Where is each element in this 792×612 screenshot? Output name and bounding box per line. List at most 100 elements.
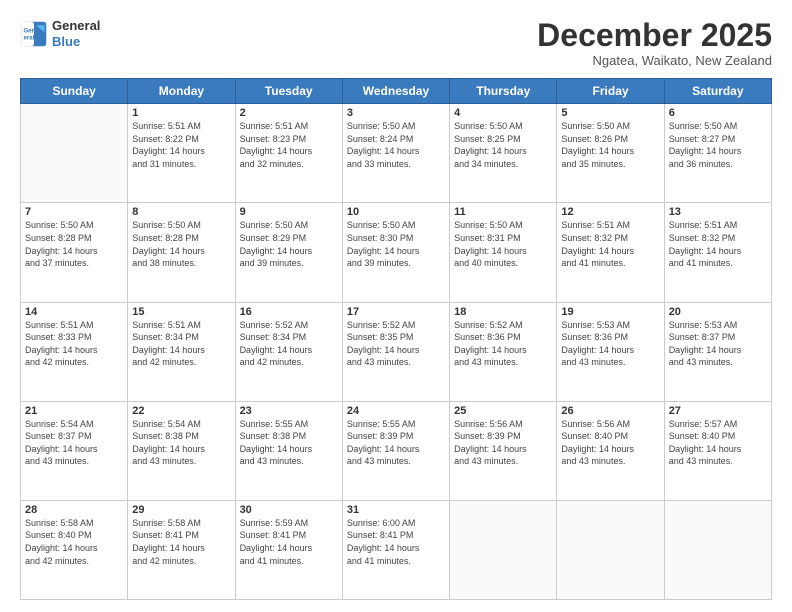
day-number: 31	[347, 504, 445, 516]
day-number: 17	[347, 306, 445, 318]
day-number: 6	[669, 107, 767, 119]
day-number: 25	[454, 405, 552, 417]
day-number: 12	[561, 206, 659, 218]
day-number: 19	[561, 306, 659, 318]
day-number: 14	[25, 306, 123, 318]
cell-info: Sunrise: 5:53 AM Sunset: 8:36 PM Dayligh…	[561, 319, 659, 369]
calendar-cell: 28Sunrise: 5:58 AM Sunset: 8:40 PM Dayli…	[21, 500, 128, 599]
calendar-cell: 14Sunrise: 5:51 AM Sunset: 8:33 PM Dayli…	[21, 302, 128, 401]
cell-info: Sunrise: 5:51 AM Sunset: 8:32 PM Dayligh…	[669, 219, 767, 269]
day-number: 23	[240, 405, 338, 417]
cell-info: Sunrise: 5:50 AM Sunset: 8:24 PM Dayligh…	[347, 120, 445, 170]
day-number: 18	[454, 306, 552, 318]
logo-icon: Gen- eral	[20, 20, 48, 48]
calendar-cell: 17Sunrise: 5:52 AM Sunset: 8:35 PM Dayli…	[342, 302, 449, 401]
day-number: 5	[561, 107, 659, 119]
weekday-header: Tuesday	[235, 79, 342, 104]
weekday-header: Thursday	[450, 79, 557, 104]
calendar-cell: 18Sunrise: 5:52 AM Sunset: 8:36 PM Dayli…	[450, 302, 557, 401]
cell-info: Sunrise: 5:50 AM Sunset: 8:25 PM Dayligh…	[454, 120, 552, 170]
day-number: 10	[347, 206, 445, 218]
calendar-cell: 16Sunrise: 5:52 AM Sunset: 8:34 PM Dayli…	[235, 302, 342, 401]
calendar-week-row: 28Sunrise: 5:58 AM Sunset: 8:40 PM Dayli…	[21, 500, 772, 599]
title-block: December 2025 Ngatea, Waikato, New Zeala…	[537, 18, 772, 68]
calendar-cell: 2Sunrise: 5:51 AM Sunset: 8:23 PM Daylig…	[235, 104, 342, 203]
cell-info: Sunrise: 5:53 AM Sunset: 8:37 PM Dayligh…	[669, 319, 767, 369]
day-number: 9	[240, 206, 338, 218]
cell-info: Sunrise: 5:56 AM Sunset: 8:40 PM Dayligh…	[561, 418, 659, 468]
day-number: 15	[132, 306, 230, 318]
cell-info: Sunrise: 5:56 AM Sunset: 8:39 PM Dayligh…	[454, 418, 552, 468]
calendar-cell: 5Sunrise: 5:50 AM Sunset: 8:26 PM Daylig…	[557, 104, 664, 203]
cell-info: Sunrise: 5:50 AM Sunset: 8:26 PM Dayligh…	[561, 120, 659, 170]
weekday-header: Sunday	[21, 79, 128, 104]
cell-info: Sunrise: 5:57 AM Sunset: 8:40 PM Dayligh…	[669, 418, 767, 468]
calendar-cell: 12Sunrise: 5:51 AM Sunset: 8:32 PM Dayli…	[557, 203, 664, 302]
calendar-cell: 22Sunrise: 5:54 AM Sunset: 8:38 PM Dayli…	[128, 401, 235, 500]
calendar-cell: 6Sunrise: 5:50 AM Sunset: 8:27 PM Daylig…	[664, 104, 771, 203]
calendar-cell	[450, 500, 557, 599]
cell-info: Sunrise: 5:50 AM Sunset: 8:28 PM Dayligh…	[132, 219, 230, 269]
cell-info: Sunrise: 5:51 AM Sunset: 8:32 PM Dayligh…	[561, 219, 659, 269]
calendar-cell: 29Sunrise: 5:58 AM Sunset: 8:41 PM Dayli…	[128, 500, 235, 599]
cell-info: Sunrise: 5:51 AM Sunset: 8:23 PM Dayligh…	[240, 120, 338, 170]
calendar-week-row: 7Sunrise: 5:50 AM Sunset: 8:28 PM Daylig…	[21, 203, 772, 302]
day-number: 13	[669, 206, 767, 218]
calendar-cell: 8Sunrise: 5:50 AM Sunset: 8:28 PM Daylig…	[128, 203, 235, 302]
cell-info: Sunrise: 5:52 AM Sunset: 8:36 PM Dayligh…	[454, 319, 552, 369]
calendar-cell: 25Sunrise: 5:56 AM Sunset: 8:39 PM Dayli…	[450, 401, 557, 500]
day-number: 3	[347, 107, 445, 119]
calendar-table: SundayMondayTuesdayWednesdayThursdayFrid…	[20, 78, 772, 600]
day-number: 20	[669, 306, 767, 318]
cell-info: Sunrise: 5:50 AM Sunset: 8:27 PM Dayligh…	[669, 120, 767, 170]
cell-info: Sunrise: 5:50 AM Sunset: 8:28 PM Dayligh…	[25, 219, 123, 269]
calendar-week-row: 1Sunrise: 5:51 AM Sunset: 8:22 PM Daylig…	[21, 104, 772, 203]
cell-info: Sunrise: 5:59 AM Sunset: 8:41 PM Dayligh…	[240, 517, 338, 567]
calendar-cell: 3Sunrise: 5:50 AM Sunset: 8:24 PM Daylig…	[342, 104, 449, 203]
cell-info: Sunrise: 6:00 AM Sunset: 8:41 PM Dayligh…	[347, 517, 445, 567]
calendar-cell	[557, 500, 664, 599]
day-number: 7	[25, 206, 123, 218]
calendar-header-row: SundayMondayTuesdayWednesdayThursdayFrid…	[21, 79, 772, 104]
day-number: 1	[132, 107, 230, 119]
cell-info: Sunrise: 5:54 AM Sunset: 8:38 PM Dayligh…	[132, 418, 230, 468]
cell-info: Sunrise: 5:55 AM Sunset: 8:38 PM Dayligh…	[240, 418, 338, 468]
day-number: 11	[454, 206, 552, 218]
calendar-cell: 20Sunrise: 5:53 AM Sunset: 8:37 PM Dayli…	[664, 302, 771, 401]
calendar-cell: 19Sunrise: 5:53 AM Sunset: 8:36 PM Dayli…	[557, 302, 664, 401]
cell-info: Sunrise: 5:51 AM Sunset: 8:22 PM Dayligh…	[132, 120, 230, 170]
calendar-cell: 21Sunrise: 5:54 AM Sunset: 8:37 PM Dayli…	[21, 401, 128, 500]
cell-info: Sunrise: 5:51 AM Sunset: 8:34 PM Dayligh…	[132, 319, 230, 369]
calendar-cell: 15Sunrise: 5:51 AM Sunset: 8:34 PM Dayli…	[128, 302, 235, 401]
calendar-cell: 7Sunrise: 5:50 AM Sunset: 8:28 PM Daylig…	[21, 203, 128, 302]
day-number: 2	[240, 107, 338, 119]
calendar-week-row: 21Sunrise: 5:54 AM Sunset: 8:37 PM Dayli…	[21, 401, 772, 500]
day-number: 26	[561, 405, 659, 417]
calendar-cell: 27Sunrise: 5:57 AM Sunset: 8:40 PM Dayli…	[664, 401, 771, 500]
cell-info: Sunrise: 5:50 AM Sunset: 8:30 PM Dayligh…	[347, 219, 445, 269]
calendar-cell: 10Sunrise: 5:50 AM Sunset: 8:30 PM Dayli…	[342, 203, 449, 302]
calendar-cell: 1Sunrise: 5:51 AM Sunset: 8:22 PM Daylig…	[128, 104, 235, 203]
cell-info: Sunrise: 5:52 AM Sunset: 8:35 PM Dayligh…	[347, 319, 445, 369]
weekday-header: Friday	[557, 79, 664, 104]
day-number: 16	[240, 306, 338, 318]
month-title: December 2025	[537, 18, 772, 53]
day-number: 24	[347, 405, 445, 417]
day-number: 29	[132, 504, 230, 516]
day-number: 27	[669, 405, 767, 417]
calendar-week-row: 14Sunrise: 5:51 AM Sunset: 8:33 PM Dayli…	[21, 302, 772, 401]
weekday-header: Saturday	[664, 79, 771, 104]
location: Ngatea, Waikato, New Zealand	[537, 53, 772, 68]
calendar-cell: 24Sunrise: 5:55 AM Sunset: 8:39 PM Dayli…	[342, 401, 449, 500]
page: Gen- eral General Blue December 2025 Nga…	[0, 0, 792, 612]
header: Gen- eral General Blue December 2025 Nga…	[20, 18, 772, 68]
cell-info: Sunrise: 5:58 AM Sunset: 8:41 PM Dayligh…	[132, 517, 230, 567]
logo-text: General Blue	[52, 18, 100, 49]
day-number: 22	[132, 405, 230, 417]
cell-info: Sunrise: 5:50 AM Sunset: 8:29 PM Dayligh…	[240, 219, 338, 269]
day-number: 21	[25, 405, 123, 417]
calendar-cell: 4Sunrise: 5:50 AM Sunset: 8:25 PM Daylig…	[450, 104, 557, 203]
calendar-cell: 11Sunrise: 5:50 AM Sunset: 8:31 PM Dayli…	[450, 203, 557, 302]
day-number: 4	[454, 107, 552, 119]
weekday-header: Monday	[128, 79, 235, 104]
